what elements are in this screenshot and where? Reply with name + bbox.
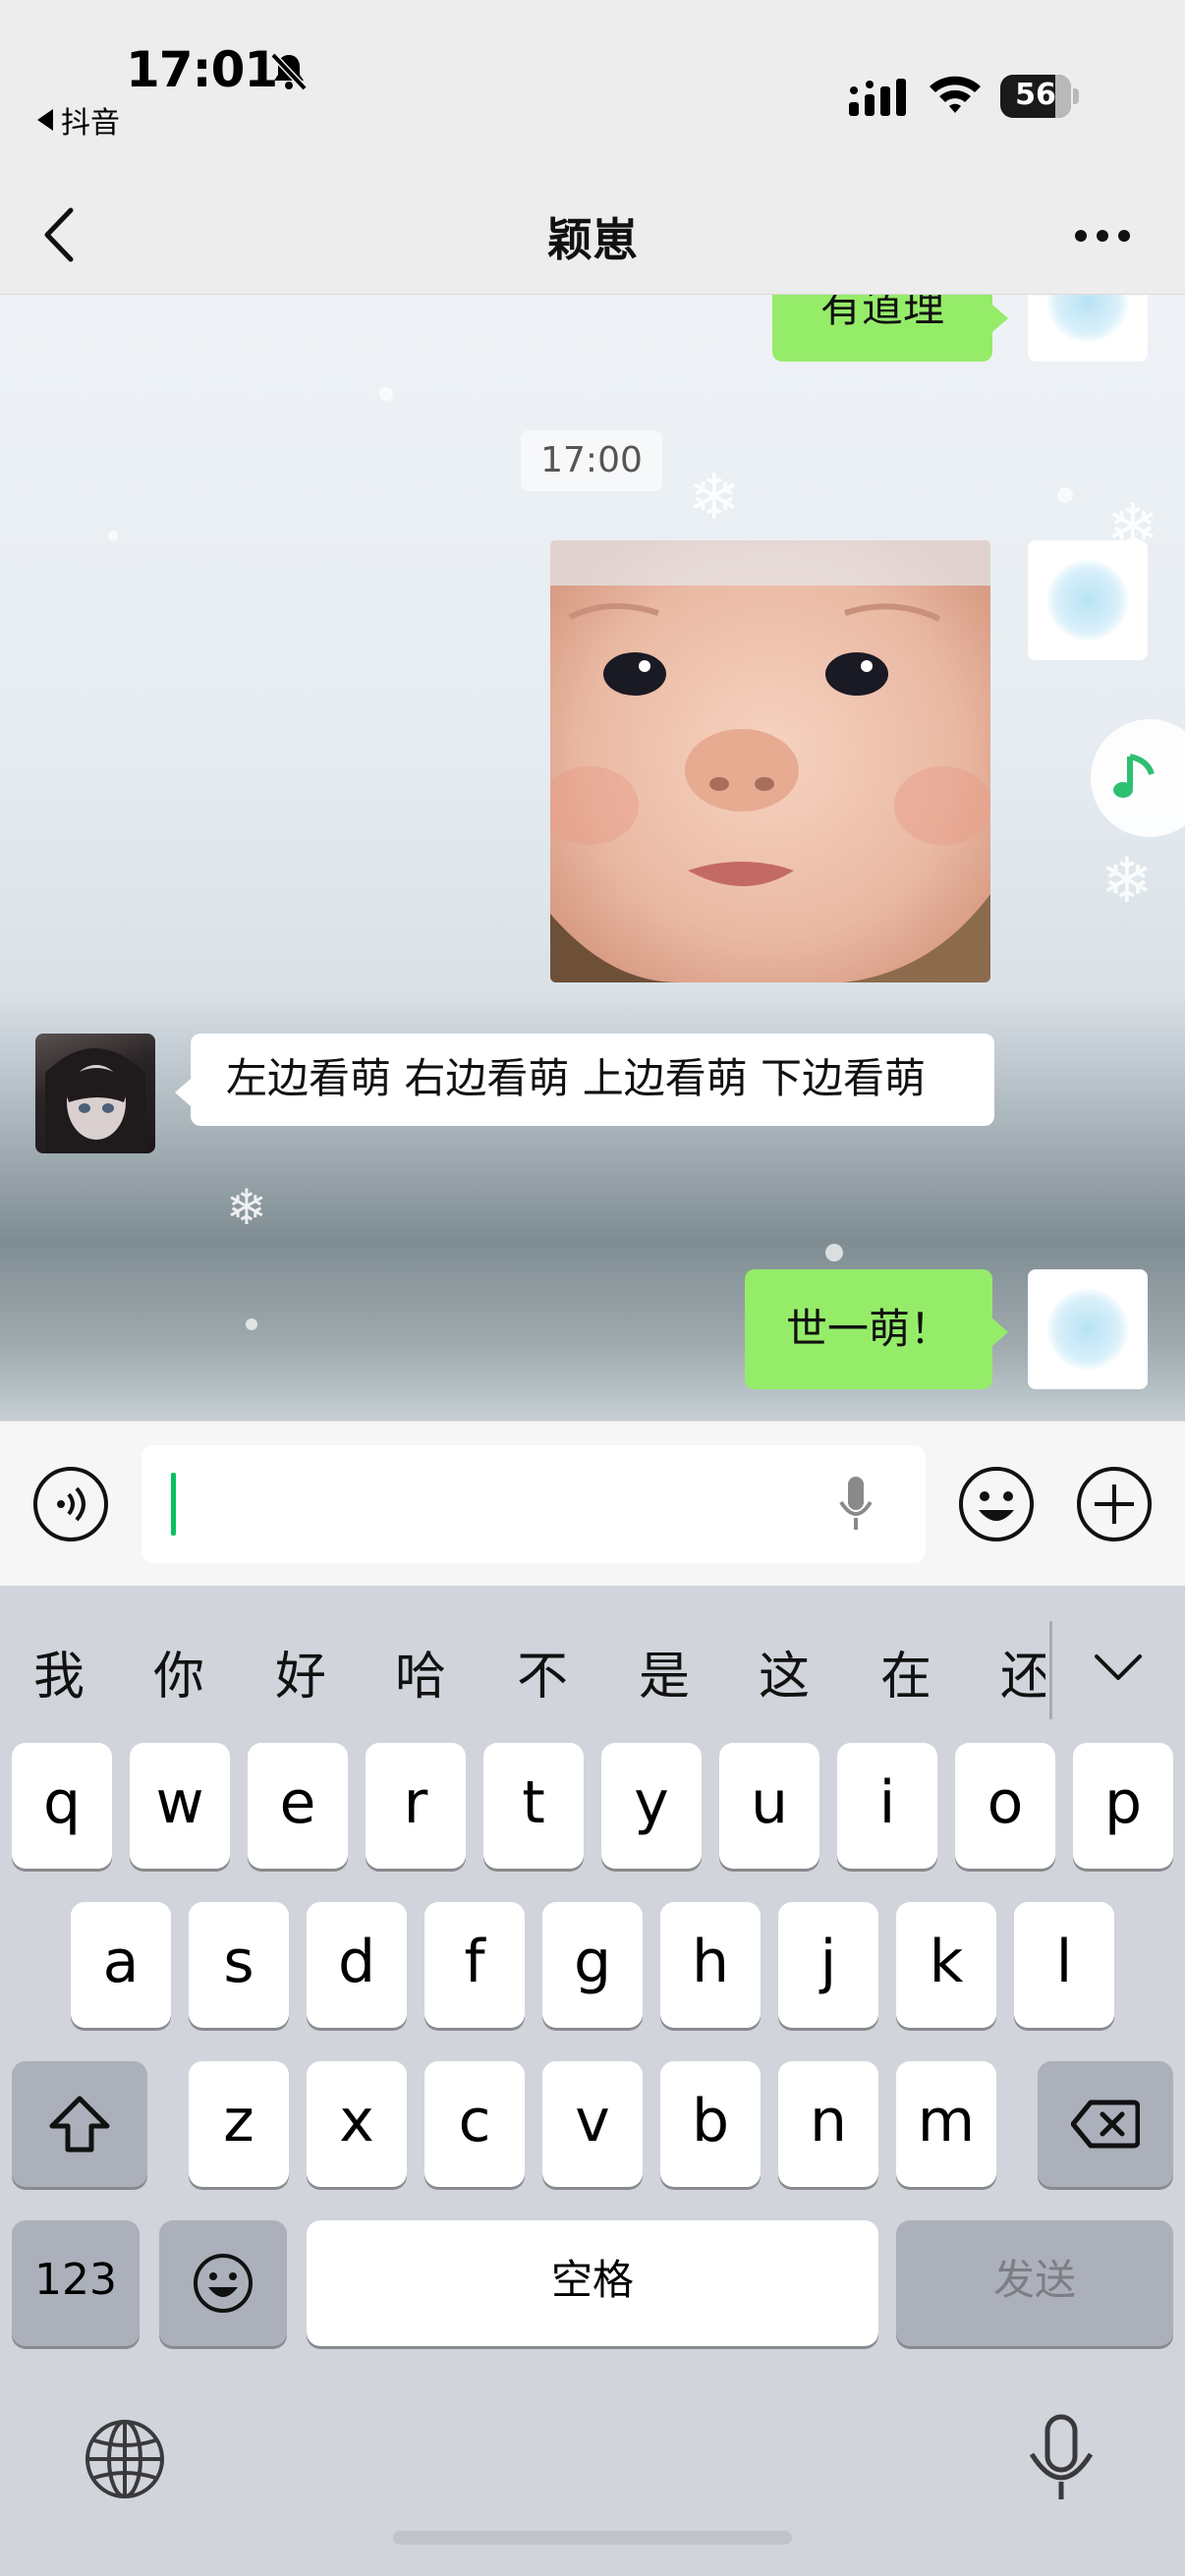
- backspace-key[interactable]: [1038, 2061, 1173, 2187]
- key[interactable]: u: [719, 1743, 819, 1869]
- signal-icon: [849, 79, 906, 116]
- message-text: 有道理: [819, 295, 944, 331]
- sent-message-bubble[interactable]: 世一萌！: [745, 1269, 1008, 1389]
- candidate-word[interactable]: 不: [503, 1635, 582, 1708]
- chat-area[interactable]: ❄ ❄ ❄ ❄ 有道理 17:00 左边看萌 右边看萌 上边看萌 下边看萌 世一…: [0, 295, 1185, 1421]
- text-cursor: [171, 1473, 176, 1536]
- chevron-down-icon[interactable]: [1093, 1651, 1144, 1682]
- key[interactable]: m: [896, 2061, 996, 2187]
- snowflake-icon: ❄: [688, 462, 741, 534]
- message-timestamp: 17:00: [521, 430, 662, 491]
- bell-slash-icon: [270, 52, 308, 91]
- candidate-word[interactable]: 这: [745, 1635, 823, 1708]
- space-key[interactable]: 空格: [307, 2220, 878, 2346]
- key[interactable]: e: [248, 1743, 348, 1869]
- baby-face-photo: [550, 540, 990, 982]
- home-indicator: [393, 2531, 792, 2545]
- key[interactable]: y: [601, 1743, 702, 1869]
- avatar[interactable]: [1028, 1269, 1148, 1389]
- key[interactable]: a: [71, 1902, 171, 2028]
- plus-icon[interactable]: [1075, 1465, 1154, 1543]
- numbers-key[interactable]: 123: [12, 2220, 140, 2346]
- more-icon[interactable]: [1073, 226, 1132, 246]
- key[interactable]: b: [660, 2061, 761, 2187]
- chat-header: 颖崽: [0, 177, 1185, 295]
- candidate-word[interactable]: 我: [20, 1635, 98, 1708]
- globe-icon[interactable]: [83, 2417, 167, 2501]
- key[interactable]: x: [307, 2061, 407, 2187]
- key[interactable]: v: [542, 2061, 643, 2187]
- music-float-button[interactable]: [1091, 719, 1185, 837]
- candidate-word[interactable]: 哈: [381, 1635, 460, 1708]
- candidate-word[interactable]: 还: [987, 1635, 1045, 1708]
- key[interactable]: p: [1073, 1743, 1173, 1869]
- battery-icon: 56: [1000, 75, 1079, 118]
- music-note-icon: [1113, 754, 1155, 798]
- message-text: 世一萌！: [785, 1305, 951, 1353]
- key[interactable]: r: [366, 1743, 466, 1869]
- wifi-icon: [930, 76, 981, 113]
- voice-icon[interactable]: [31, 1465, 110, 1543]
- send-key[interactable]: 发送: [896, 2220, 1173, 2346]
- key[interactable]: h: [660, 1902, 761, 2028]
- back-to-app-link[interactable]: 抖音: [37, 98, 120, 141]
- emoji-key-icon: [194, 2254, 253, 2313]
- message-input[interactable]: [141, 1445, 926, 1563]
- message-input-bar: [0, 1421, 1185, 1586]
- candidate-word[interactable]: 是: [625, 1635, 704, 1708]
- key[interactable]: s: [189, 1902, 289, 2028]
- avatar[interactable]: [1028, 540, 1148, 660]
- key[interactable]: t: [483, 1743, 584, 1869]
- status-time: 17:01: [126, 41, 278, 98]
- back-triangle-icon: [37, 109, 53, 131]
- key[interactable]: l: [1014, 1902, 1114, 2028]
- key[interactable]: w: [130, 1743, 230, 1869]
- sent-message-bubble[interactable]: 有道理: [772, 295, 1008, 362]
- anime-girl-avatar: [45, 1048, 145, 1153]
- key[interactable]: i: [837, 1743, 937, 1869]
- key[interactable]: g: [542, 1902, 643, 2028]
- key[interactable]: f: [424, 1902, 525, 2028]
- friend-avatar[interactable]: [35, 1034, 155, 1153]
- emoji-icon[interactable]: [957, 1465, 1036, 1543]
- image-message[interactable]: [550, 540, 990, 982]
- key[interactable]: c: [424, 2061, 525, 2187]
- shift-icon: [49, 2096, 110, 2153]
- shift-key[interactable]: [12, 2061, 147, 2187]
- candidate-bar: 我 你 好 哈 不 是 这 在 还: [0, 1586, 1185, 1743]
- key[interactable]: o: [955, 1743, 1055, 1869]
- key[interactable]: n: [778, 2061, 878, 2187]
- candidate-word[interactable]: 好: [261, 1635, 340, 1708]
- key[interactable]: z: [189, 2061, 289, 2187]
- key[interactable]: j: [778, 1902, 878, 2028]
- backspace-icon: [1070, 2100, 1141, 2149]
- emoji-key[interactable]: [159, 2220, 287, 2346]
- back-app-label: 抖音: [61, 106, 120, 140]
- candidate-word[interactable]: 在: [867, 1635, 945, 1708]
- keyboard: 我 你 好 哈 不 是 这 在 还 q w e r t y u i o p a …: [0, 1586, 1185, 2576]
- battery-level: 56: [1015, 78, 1056, 112]
- dictation-icon[interactable]: [1018, 2413, 1104, 2505]
- mic-icon[interactable]: [837, 1473, 875, 1534]
- received-message-bubble[interactable]: 左边看萌 右边看萌 上边看萌 下边看萌: [175, 1034, 994, 1126]
- snowflake-icon: ❄: [1100, 845, 1154, 918]
- chat-title: 颖崽: [547, 213, 638, 266]
- status-bar: 17:01 抖音 56: [0, 0, 1185, 177]
- key[interactable]: q: [12, 1743, 112, 1869]
- key[interactable]: d: [307, 1902, 407, 2028]
- avatar[interactable]: [1028, 295, 1148, 362]
- message-text: 左边看萌 右边看萌 上边看萌 下边看萌: [226, 1054, 927, 1102]
- key[interactable]: k: [896, 1902, 996, 2028]
- snowflake-icon: ❄: [226, 1179, 267, 1236]
- candidate-word[interactable]: 你: [140, 1635, 218, 1708]
